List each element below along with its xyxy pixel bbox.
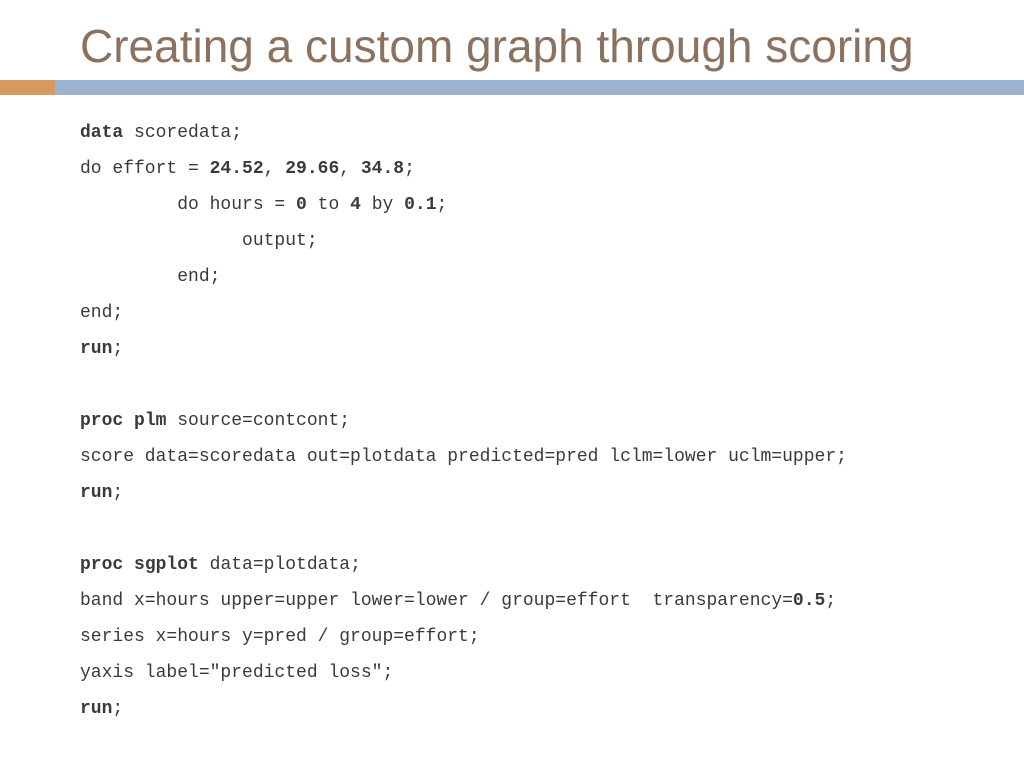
code-line: score data=scoredata out=plotdata predic… — [80, 439, 944, 475]
code-line: end; — [80, 295, 944, 331]
code-line — [80, 367, 944, 403]
code-line: end; — [80, 259, 944, 295]
code-line: run; — [80, 475, 944, 511]
slide: Creating a custom graph through scoring … — [0, 0, 1024, 768]
code-line — [80, 511, 944, 547]
code-line: band x=hours upper=upper lower=lower / g… — [80, 583, 944, 619]
code-line: proc sgplot data=plotdata; — [80, 547, 944, 583]
slide-title: Creating a custom graph through scoring — [0, 0, 1024, 76]
code-line: run; — [80, 331, 944, 367]
code-line: do hours = 0 to 4 by 0.1; — [80, 187, 944, 223]
code-line: proc plm source=contcont; — [80, 403, 944, 439]
code-line: yaxis label="predicted loss"; — [80, 655, 944, 691]
code-line: output; — [80, 223, 944, 259]
code-line: series x=hours y=pred / group=effort; — [80, 619, 944, 655]
code-line: run; — [80, 691, 944, 727]
code-line: do effort = 24.52, 29.66, 34.8; — [80, 151, 944, 187]
divider-accent — [0, 80, 55, 95]
code-content: data scoredata; do effort = 24.52, 29.66… — [0, 95, 1024, 727]
divider-bar — [0, 80, 1024, 95]
code-line: data scoredata; — [80, 115, 944, 151]
